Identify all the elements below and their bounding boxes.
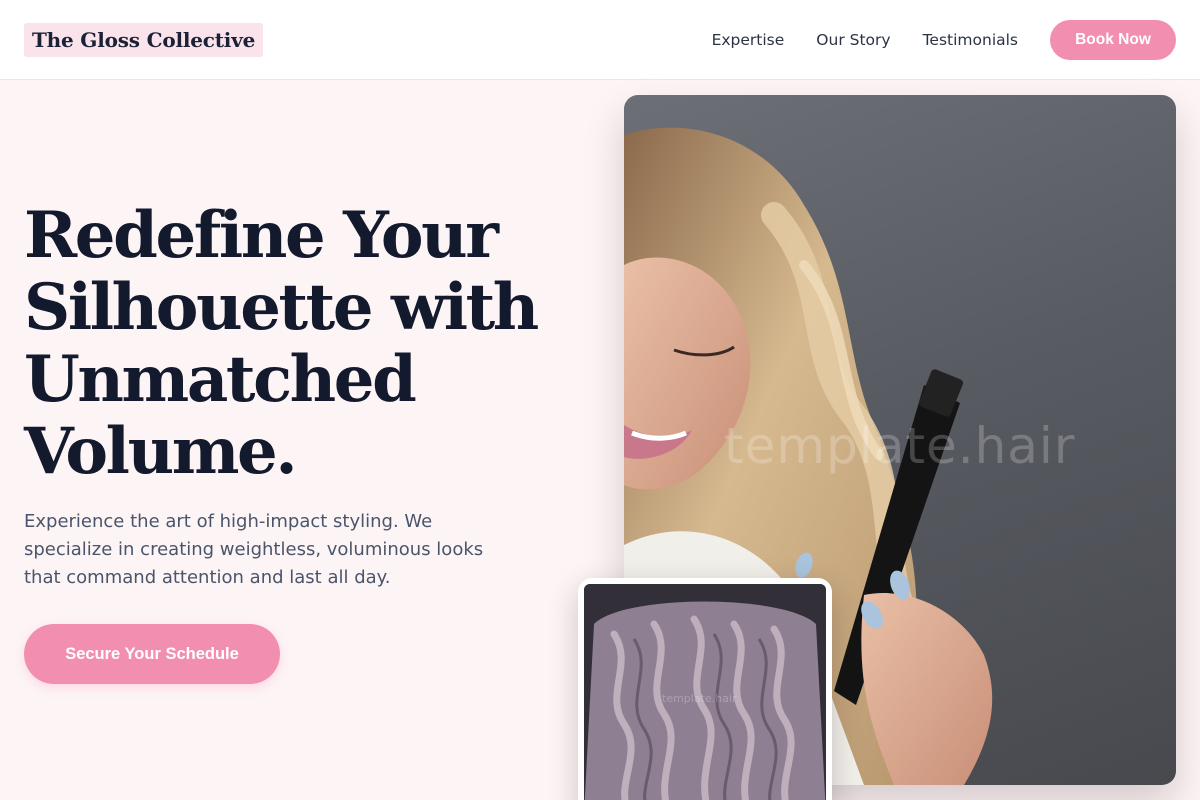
brand-logo[interactable]: The Gloss Collective bbox=[24, 23, 264, 57]
nav-link-expertise[interactable]: Expertise bbox=[712, 31, 785, 49]
secondary-photo-watermark: template.hair bbox=[662, 692, 737, 705]
curly-hair-photo: template.hair bbox=[584, 584, 826, 800]
hero-title: Redefine Your Silhouette with Unmatched … bbox=[24, 198, 539, 489]
book-now-button[interactable]: Book Now bbox=[1050, 20, 1176, 60]
main-photo-watermark: template.hair bbox=[724, 417, 1076, 475]
secure-schedule-button[interactable]: Secure Your Schedule bbox=[24, 624, 280, 684]
secondary-photo-card: template.hair bbox=[578, 578, 832, 800]
nav-link-our-story[interactable]: Our Story bbox=[816, 31, 890, 49]
hero-subtitle: Experience the art of high-impact stylin… bbox=[24, 511, 484, 588]
nav-link-testimonials[interactable]: Testimonials bbox=[923, 31, 1018, 49]
main-nav: Expertise Our Story Testimonials Book No… bbox=[712, 20, 1176, 60]
site-header: The Gloss Collective Expertise Our Story… bbox=[0, 0, 1200, 80]
